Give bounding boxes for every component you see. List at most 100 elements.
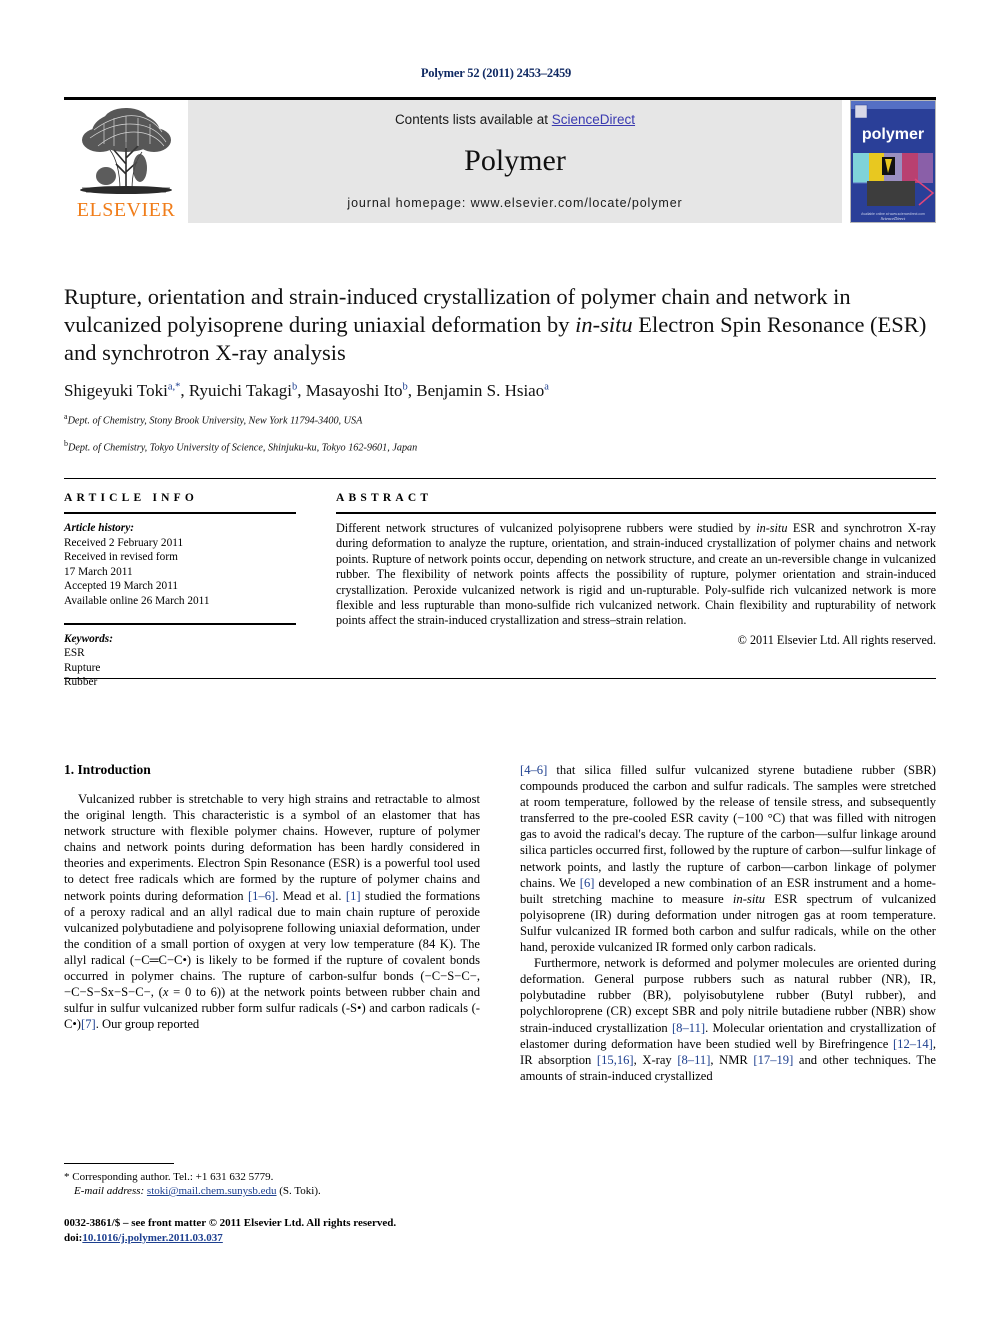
imprint-doi-line: doi:10.1016/j.polymer.2011.03.037	[64, 1231, 524, 1246]
author-0-marks: a,*	[167, 381, 181, 393]
footnote-rule	[64, 1163, 174, 1164]
author-list: Shigeyuki Tokia,*, Ryuichi Takagib, Masa…	[64, 381, 549, 400]
abstract-text: Different network structures of vulcaniz…	[336, 521, 936, 629]
elsevier-tree-icon	[80, 108, 172, 194]
keyword-1: Rupture	[64, 661, 101, 674]
abstract-top-rule	[64, 478, 936, 479]
citation-6[interactable]: [6]	[580, 876, 595, 890]
citation-7[interactable]: [7]	[81, 1017, 96, 1031]
affiliation-1: bDept. of Chemistry, Tokyo University of…	[64, 437, 936, 455]
author-3-marks: a	[544, 381, 549, 393]
left-paragraph-1: Vulcanized rubber is stretchable to very…	[64, 791, 480, 1032]
elsevier-logo: ELSEVIER	[64, 100, 188, 223]
sciencedirect-link[interactable]: ScienceDirect	[552, 112, 635, 127]
abstract-bottom-rule	[64, 678, 936, 679]
article-info-panel: ARTICLE INFO Article history: Received 2…	[64, 492, 296, 690]
journal-title: Polymer	[464, 144, 566, 177]
abstract-text-1: Different network structures of vulcaniz…	[336, 521, 757, 535]
article-info-heading: ARTICLE INFO	[64, 492, 199, 504]
citation-1[interactable]: [1]	[346, 889, 361, 903]
rp2-d: , X-ray	[633, 1052, 678, 1067]
svg-text:ScienceDirect: ScienceDirect	[881, 216, 906, 221]
author-1: Ryuichi Takagib	[189, 381, 297, 400]
title-line-1: Rupture, orientation and strain-induced …	[64, 284, 749, 309]
footnote-email-line: E-mail address: stoki@mail.chem.sunysb.e…	[64, 1184, 480, 1198]
article-history-item-4: Available online 26 March 2011	[64, 594, 210, 607]
article-info-rule	[64, 512, 296, 514]
keyword-0: ESR	[64, 647, 85, 660]
right-column: [4–6] that silica filled sulfur vulcaniz…	[520, 762, 936, 1084]
citation-4-6[interactable]: [4–6]	[520, 763, 547, 777]
rp1-italic: in-situ	[732, 891, 766, 906]
abstract-heading: ABSTRACT	[336, 492, 433, 504]
title-line-2-italic: in-situ	[575, 312, 633, 337]
keywords-label: Keywords:	[64, 632, 113, 645]
lp1-c: studied the formations of a peroxy radic…	[64, 888, 480, 1000]
section-heading-introduction: 1. Introduction	[64, 762, 151, 777]
author-0-name: Shigeyuki Toki	[64, 381, 168, 400]
author-1-marks: b	[291, 381, 298, 393]
journal-homepage-link[interactable]: journal homepage: www.elsevier.com/locat…	[188, 196, 842, 210]
citation-8-11[interactable]: [8–11]	[672, 1021, 705, 1035]
rp2-e: , NMR	[710, 1052, 754, 1067]
journal-banner: Contents lists available at ScienceDirec…	[188, 100, 842, 223]
article-history-label: Article history:	[64, 522, 134, 534]
citation-17-19[interactable]: [17–19]	[753, 1053, 793, 1067]
doi-label: doi:	[64, 1231, 83, 1244]
citation-1-6[interactable]: [1–6]	[248, 889, 275, 903]
article-history-item-2: 17 March 2011	[64, 565, 133, 578]
lp1-e: . Our group reported	[95, 1017, 200, 1032]
page-title: Rupture, orientation and strain-induced …	[64, 283, 936, 367]
running-head: Polymer 52 (2011) 2453–2459	[420, 66, 572, 80]
author-1-name: Ryuichi Takagi	[188, 381, 292, 400]
author-3: Benjamin S. Hsiaoa	[416, 381, 549, 400]
title-block: Rupture, orientation and strain-induced …	[64, 283, 936, 455]
svg-text:polymer: polymer	[862, 126, 924, 143]
cover-artwork: polymer Available online at www.scienced…	[851, 101, 935, 222]
author-2: Masayoshi Itob	[306, 381, 408, 400]
footnote-email-suffix: (S. Toki).	[276, 1185, 321, 1197]
journal-cover-image: polymer Available online at www.scienced…	[850, 100, 936, 223]
author-3-name: Benjamin S. Hsiao	[416, 381, 545, 400]
footnote-email-link[interactable]: stoki@mail.chem.sunysb.edu	[147, 1185, 277, 1197]
lp1-a: Vulcanized rubber is stretchable to very…	[64, 792, 480, 903]
article-history: Article history: Received 2 February 201…	[64, 521, 296, 609]
abstract-text-italic: in-situ	[756, 521, 788, 535]
author-0: Shigeyuki Tokia,*	[64, 381, 180, 400]
journal-masthead: ELSEVIER Contents lists available at Sci…	[64, 97, 936, 223]
right-paragraph-1: [4–6] that silica filled sulfur vulcaniz…	[520, 762, 936, 955]
citation-12-14[interactable]: [12–14]	[893, 1037, 933, 1051]
corresponding-author-footnote: * Corresponding author. Tel.: +1 631 632…	[64, 1163, 480, 1198]
lp1-b: . Mead et al.	[275, 888, 346, 903]
footnote-corresponding: * Corresponding author. Tel.: +1 631 632…	[64, 1171, 274, 1183]
abstract-panel: ABSTRACT Different network structures of…	[336, 492, 936, 648]
journal-cover: polymer Available online at www.scienced…	[850, 100, 936, 223]
body-columns: 1. Introduction Vulcanized rubber is str…	[64, 762, 936, 1084]
keywords-rule	[64, 622, 296, 625]
affiliation-1-text: Dept. of Chemistry, Tokyo University of …	[68, 442, 418, 454]
right-paragraph-2: Furthermore, network is deformed and pol…	[520, 955, 936, 1084]
article-history-item-0: Received 2 February 2011	[64, 536, 184, 549]
abstract-rule	[336, 512, 936, 514]
author-2-name: Masayoshi Ito	[305, 381, 403, 400]
left-column: 1. Introduction Vulcanized rubber is str…	[64, 762, 480, 1084]
article-history-item-3: Accepted 19 March 2011	[64, 580, 179, 593]
contents-available-line: Contents lists available at ScienceDirec…	[188, 112, 842, 127]
citation-15-16[interactable]: [15,16]	[597, 1053, 634, 1067]
abstract-copyright: © 2011 Elsevier Ltd. All rights reserved…	[737, 632, 936, 647]
footnote-email-label: E-mail address:	[74, 1185, 145, 1197]
keywords-block: Keywords: ESR Rupture Rubber	[64, 622, 296, 690]
article-history-item-1: Received in revised form	[64, 551, 178, 564]
imprint-block: 0032-3861/$ – see front matter © 2011 El…	[64, 1216, 524, 1245]
abstract-text-2: ESR and synchrotron X-ray during deforma…	[336, 521, 937, 628]
rp1-a: that silica filled sulfur vulcanized sty…	[520, 763, 936, 890]
doi-link[interactable]: 10.1016/j.polymer.2011.03.037	[82, 1232, 222, 1244]
contents-prefix: Contents lists available at	[394, 112, 552, 127]
imprint-line-1: 0032-3861/$ – see front matter © 2011 El…	[64, 1217, 397, 1229]
elsevier-wordmark: ELSEVIER	[76, 199, 176, 221]
citation-8-11-b[interactable]: [8–11]	[677, 1053, 710, 1067]
affiliation-0: aDept. of Chemistry, Stony Brook Univers…	[64, 410, 936, 428]
affiliation-0-text: Dept. of Chemistry, Stony Brook Universi…	[67, 415, 363, 427]
paper-page: Polymer 52 (2011) 2453–2459 ELSEVIER Con…	[0, 0, 992, 1323]
author-2-marks: b	[402, 381, 408, 393]
